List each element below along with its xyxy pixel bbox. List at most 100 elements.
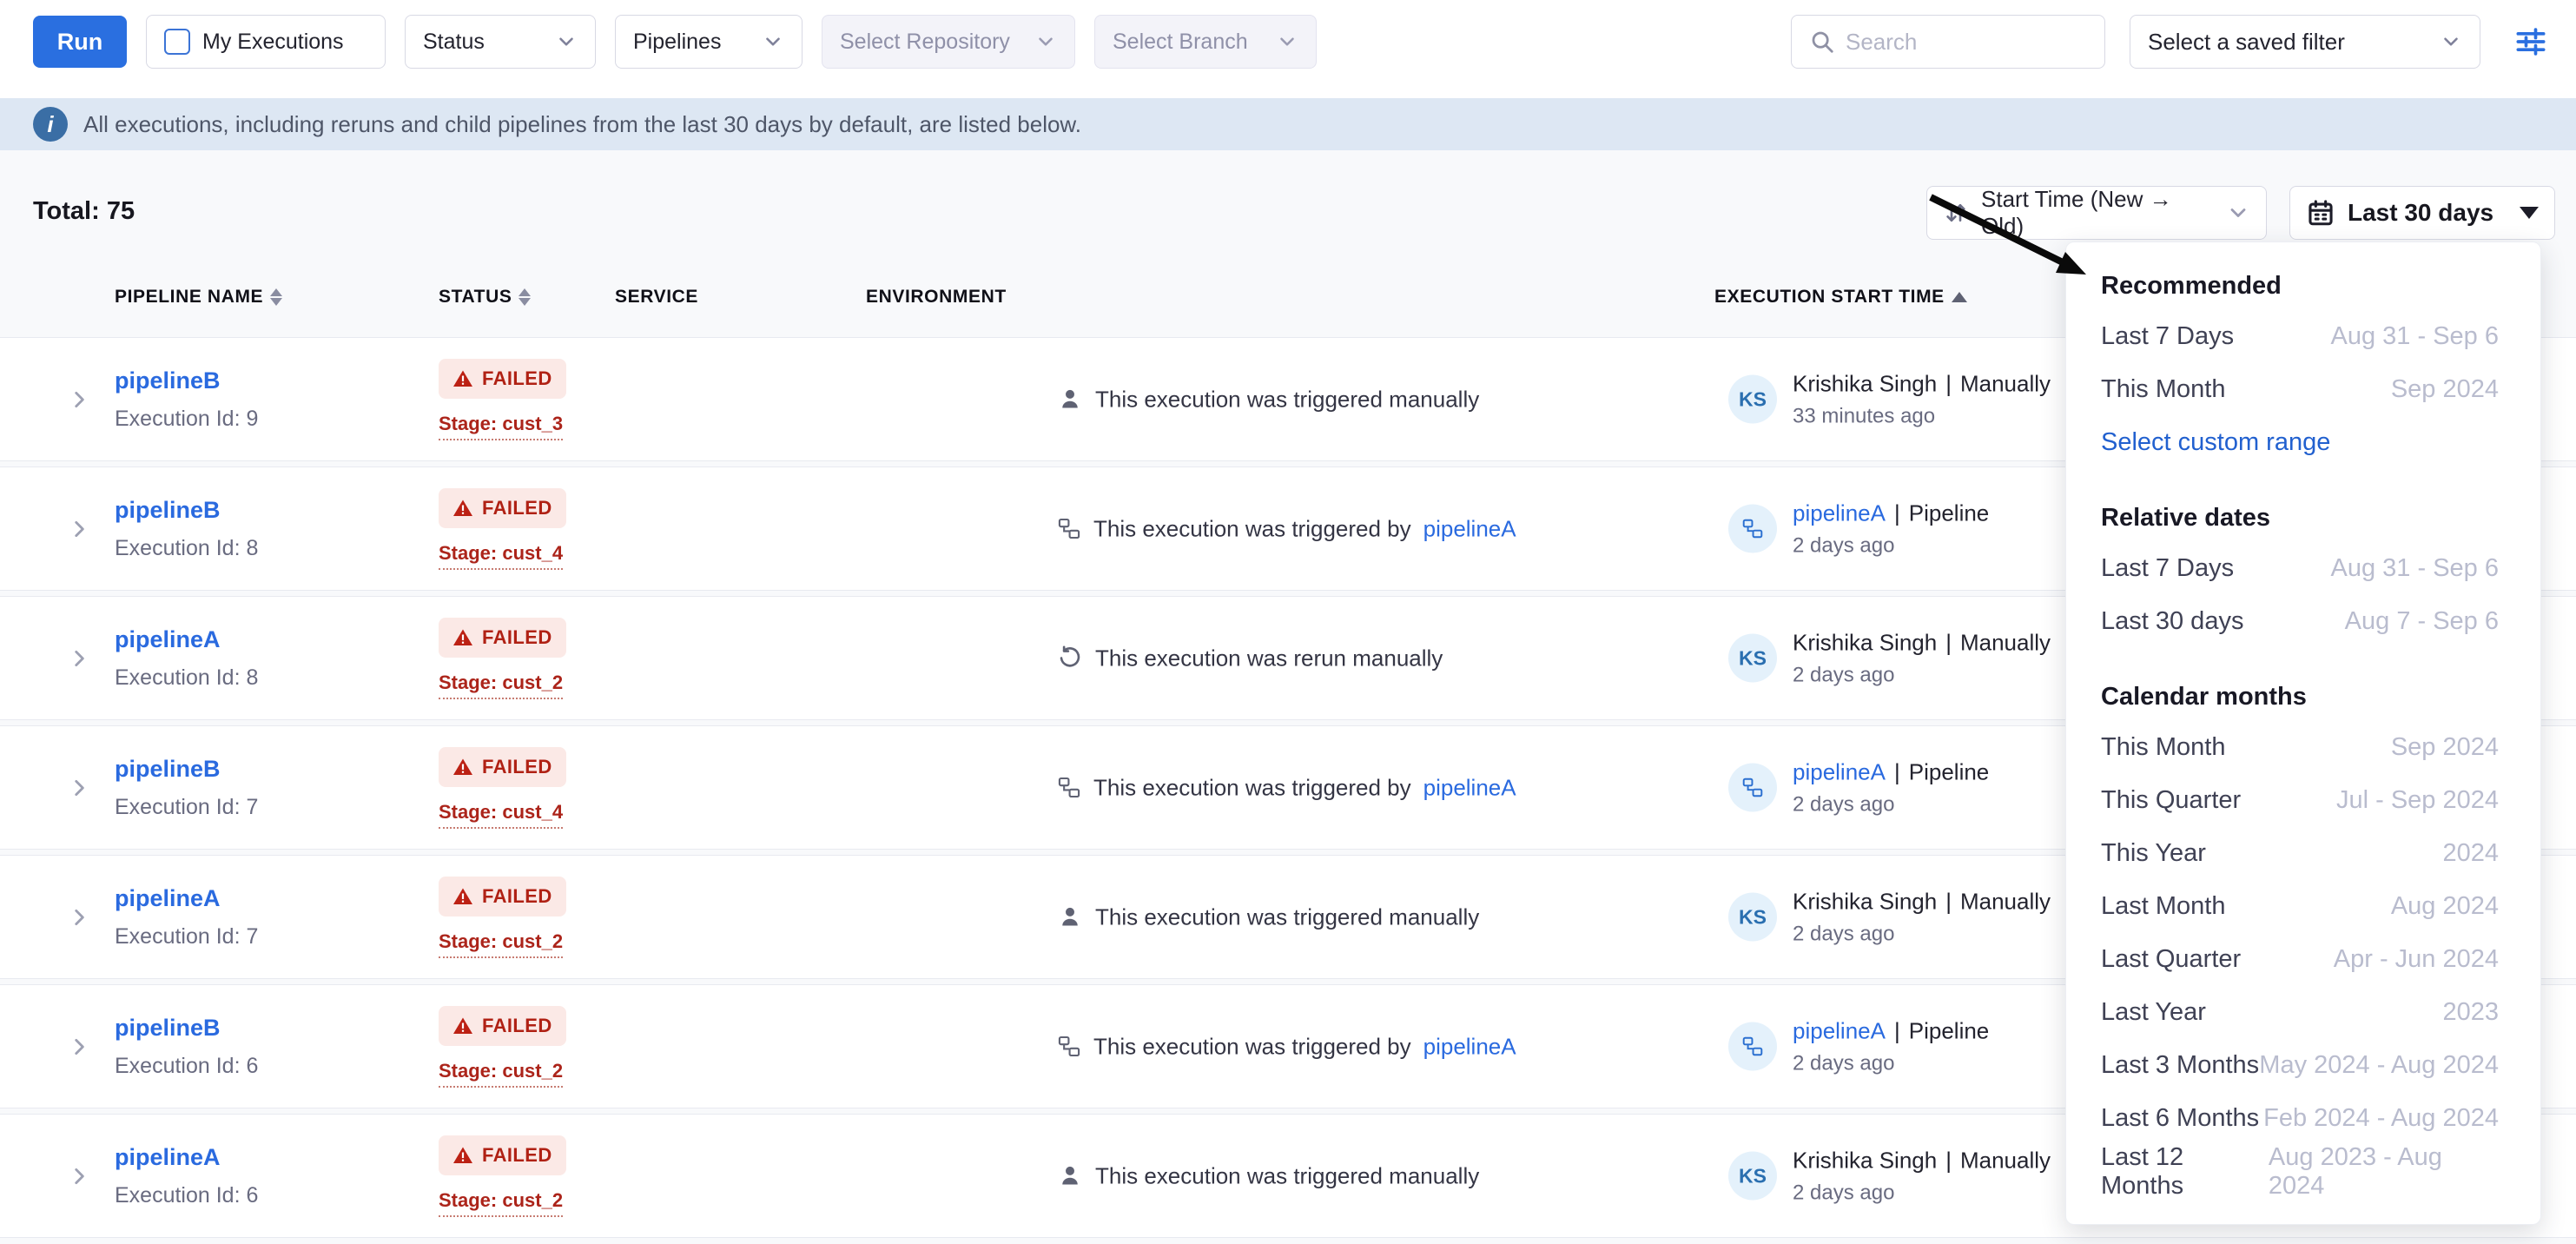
- warning-icon: [452, 1145, 473, 1166]
- start-time-cell: pipelineA|Pipeline 2 days ago: [1728, 500, 1989, 558]
- filter-sliders-icon[interactable]: [2508, 19, 2553, 64]
- triggered-by-line: pipelineA|Pipeline: [1793, 1017, 1989, 1043]
- pipeline-name-link[interactable]: pipelineB: [115, 497, 258, 524]
- select-branch-dropdown[interactable]: Select Branch: [1094, 15, 1317, 69]
- date-menu-item[interactable]: Last 6 Months Feb 2024 - Aug 2024: [2101, 1092, 2499, 1145]
- chevron-right-icon[interactable]: [68, 387, 90, 413]
- chevron-right-icon[interactable]: [68, 516, 90, 542]
- trigger-mode: Pipeline: [1909, 758, 1990, 784]
- chevron-right-icon[interactable]: [68, 775, 90, 801]
- trigger-pipeline-link[interactable]: pipelineA: [1423, 515, 1516, 542]
- date-range-button[interactable]: Last 30 days: [2289, 186, 2555, 240]
- failed-stage-link[interactable]: Stage: cust_2: [439, 672, 563, 699]
- column-header-status[interactable]: STATUS: [439, 287, 531, 308]
- date-menu-item-label: This Month: [2101, 733, 2225, 762]
- execution-id: Execution Id: 6: [115, 1183, 258, 1208]
- status-cell: FAILED Stage: cust_2: [439, 618, 566, 699]
- failed-stage-link[interactable]: Stage: cust_3: [439, 413, 563, 440]
- sort-dropdown[interactable]: Start Time (New → Old): [1926, 186, 2267, 240]
- date-menu-item-label: Last 3 Months: [2101, 1051, 2259, 1080]
- column-header-execution-start-time[interactable]: EXECUTION START TIME: [1714, 287, 1967, 308]
- date-menu-item[interactable]: Last Year 2023: [2101, 986, 2499, 1039]
- status-badge-label: FAILED: [482, 367, 552, 390]
- time-ago: 2 days ago: [1793, 1181, 2051, 1205]
- triggered-by-name[interactable]: pipelineA: [1793, 1017, 1886, 1043]
- warning-icon: [452, 498, 473, 519]
- date-menu-item-value: Aug 2023 - Aug 2024: [2269, 1143, 2499, 1201]
- date-menu-item-label: Last Year: [2101, 998, 2206, 1027]
- date-menu-item[interactable]: Last Quarter Apr - Jun 2024: [2101, 933, 2499, 986]
- date-menu-item[interactable]: This Quarter Jul - Sep 2024: [2101, 774, 2499, 827]
- info-banner: i All executions, including reruns and c…: [0, 98, 2576, 150]
- pipelines-filter-label: Pipelines: [633, 30, 721, 55]
- chevron-right-icon[interactable]: [68, 1034, 90, 1060]
- execution-id: Execution Id: 9: [115, 407, 258, 432]
- start-time-cell: KS Krishika Singh|Manually 2 days ago: [1728, 1147, 2051, 1205]
- my-executions-toggle[interactable]: My Executions: [146, 15, 386, 69]
- pipeline-name-link[interactable]: pipelineA: [115, 626, 258, 653]
- status-badge-label: FAILED: [482, 497, 552, 519]
- run-button[interactable]: Run: [33, 16, 127, 68]
- triggered-by-name: Krishika Singh: [1793, 1147, 1937, 1173]
- trigger-mode: Pipeline: [1909, 500, 1990, 526]
- trigger-pipeline-link[interactable]: pipelineA: [1423, 1033, 1516, 1060]
- pipelines-filter-dropdown[interactable]: Pipelines: [615, 15, 803, 69]
- start-time-cell: pipelineA|Pipeline 2 days ago: [1728, 758, 1989, 817]
- triggered-by-name: Krishika Singh: [1793, 888, 1937, 914]
- status-badge-label: FAILED: [482, 1015, 552, 1037]
- status-badge-label: FAILED: [482, 885, 552, 908]
- my-executions-checkbox[interactable]: [164, 29, 190, 55]
- search-input[interactable]: Search: [1791, 15, 2105, 69]
- status-cell: FAILED Stage: cust_4: [439, 747, 566, 829]
- failed-stage-link[interactable]: Stage: cust_4: [439, 542, 563, 570]
- status-filter-dropdown[interactable]: Status: [405, 15, 596, 69]
- select-repository-dropdown[interactable]: Select Repository: [822, 15, 1075, 69]
- date-menu-item[interactable]: This Month Sep 2024: [2101, 363, 2499, 416]
- triggered-by-name[interactable]: pipelineA: [1793, 500, 1886, 526]
- date-menu-item[interactable]: This Month Sep 2024: [2101, 721, 2499, 774]
- date-range-menu: Recommended Last 7 Days Aug 31 - Sep 6 T…: [2065, 242, 2541, 1225]
- status-badge-label: FAILED: [482, 1144, 552, 1167]
- pipeline-name-link[interactable]: pipelineA: [115, 885, 258, 912]
- failed-stage-link[interactable]: Stage: cust_2: [439, 1060, 563, 1088]
- date-menu-item-label: Select custom range: [2101, 428, 2330, 457]
- status-filter-label: Status: [423, 30, 485, 55]
- pipeline-name-cell: pipelineA Execution Id: 6: [115, 1144, 258, 1208]
- date-menu-item[interactable]: Last 3 Months May 2024 - Aug 2024: [2101, 1039, 2499, 1092]
- date-menu-item-value: Aug 7 - Sep 6: [2345, 607, 2499, 636]
- time-ago: 2 days ago: [1793, 922, 2051, 946]
- failed-stage-link[interactable]: Stage: cust_2: [439, 930, 563, 958]
- chain-icon: [1057, 1035, 1081, 1059]
- date-menu-item[interactable]: Last 7 Days Aug 31 - Sep 6: [2101, 542, 2499, 595]
- date-menu-item[interactable]: Last 7 Days Aug 31 - Sep 6: [2101, 310, 2499, 363]
- date-menu-item[interactable]: Last 30 days Aug 7 - Sep 6: [2101, 595, 2499, 648]
- chevron-right-icon[interactable]: [68, 645, 90, 672]
- rerun-icon: [1057, 645, 1083, 672]
- chain-icon: [1741, 777, 1764, 799]
- triggered-by-name[interactable]: pipelineA: [1793, 758, 1886, 784]
- saved-filter-dropdown[interactable]: Select a saved filter: [2130, 15, 2480, 69]
- failed-stage-link[interactable]: Stage: cust_2: [439, 1189, 563, 1217]
- pipeline-name-link[interactable]: pipelineB: [115, 367, 258, 394]
- sort-icon: [1943, 200, 1969, 226]
- pipeline-name-cell: pipelineB Execution Id: 9: [115, 367, 258, 432]
- failed-stage-link[interactable]: Stage: cust_4: [439, 801, 563, 829]
- date-menu-item[interactable]: Last 12 Months Aug 2023 - Aug 2024: [2101, 1145, 2499, 1198]
- date-menu-item[interactable]: Select custom range: [2101, 416, 2499, 469]
- pipeline-name-link[interactable]: pipelineB: [115, 756, 258, 783]
- status-badge: FAILED: [439, 488, 566, 528]
- date-menu-item[interactable]: Last Month Aug 2024: [2101, 880, 2499, 933]
- trigger-pipeline-link[interactable]: pipelineA: [1423, 774, 1516, 801]
- chevron-right-icon[interactable]: [68, 1163, 90, 1189]
- date-menu-item[interactable]: This Year 2024: [2101, 827, 2499, 880]
- select-branch-label: Select Branch: [1113, 30, 1248, 55]
- execution-id: Execution Id: 8: [115, 536, 258, 561]
- pipeline-name-link[interactable]: pipelineA: [115, 1144, 258, 1171]
- date-menu-section-title: Relative dates: [2101, 493, 2499, 542]
- avatar: [1728, 1022, 1777, 1071]
- pipeline-name-link[interactable]: pipelineB: [115, 1015, 258, 1042]
- date-menu-item-value: Aug 31 - Sep 6: [2331, 322, 2499, 351]
- chevron-right-icon[interactable]: [68, 904, 90, 930]
- column-header-pipeline-name[interactable]: PIPELINE NAME: [115, 287, 282, 308]
- pipeline-name-cell: pipelineA Execution Id: 7: [115, 885, 258, 950]
